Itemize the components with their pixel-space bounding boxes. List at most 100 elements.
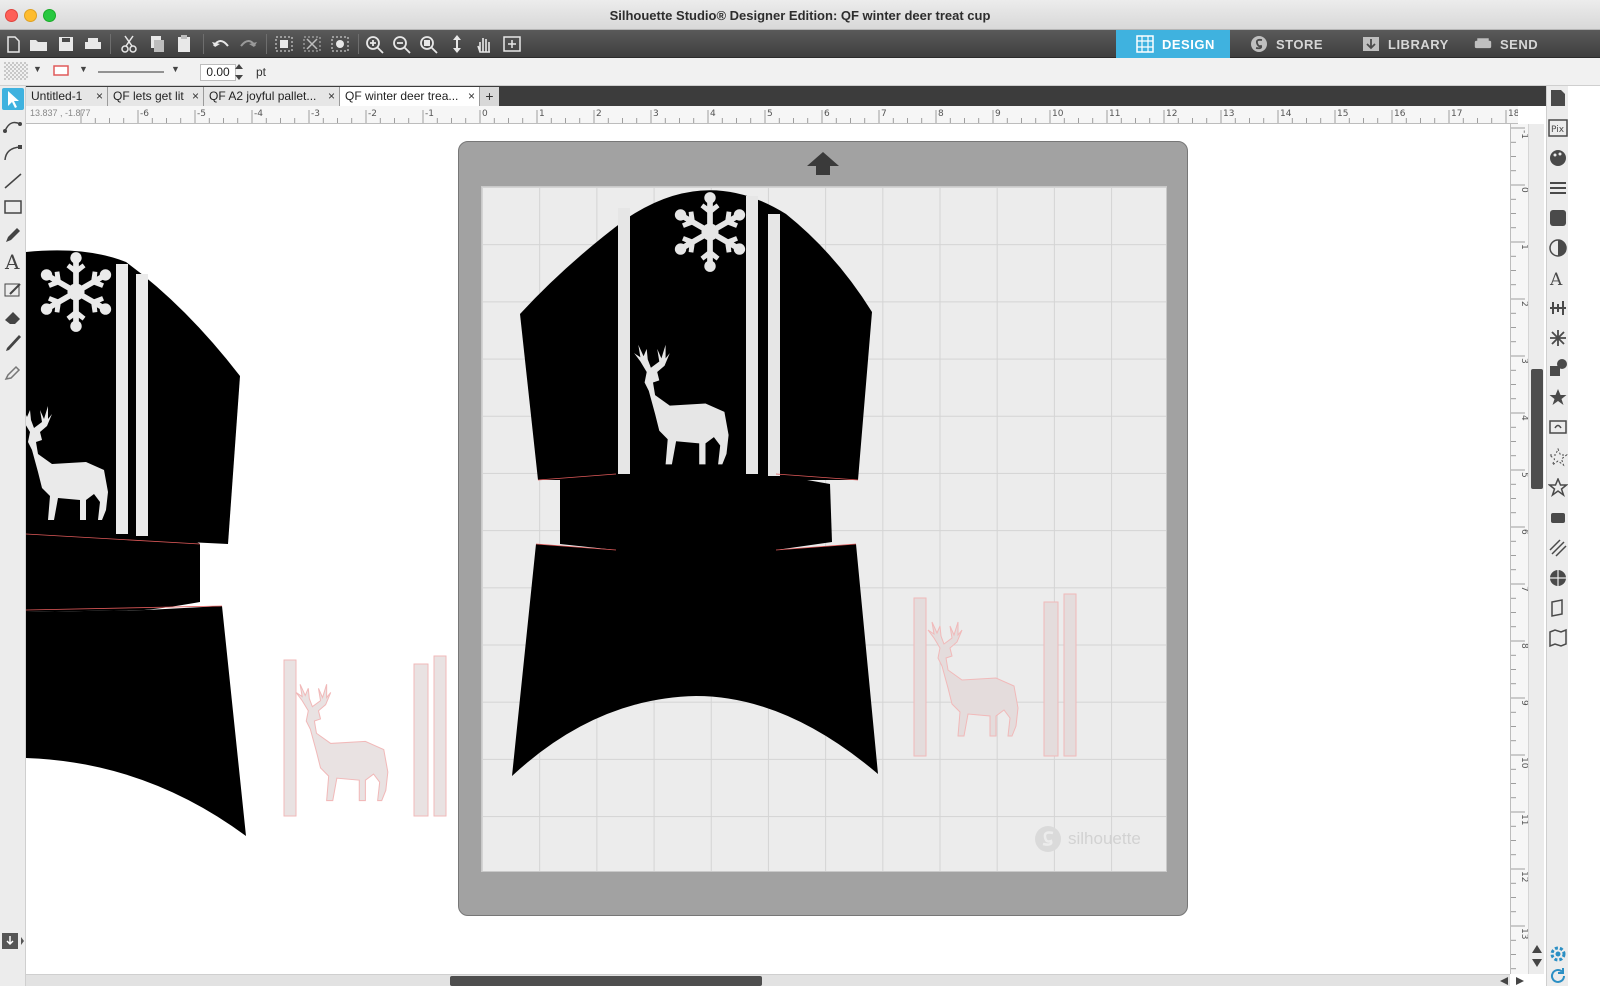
hand-icon[interactable] — [473, 34, 495, 54]
zoom-in-icon[interactable] — [364, 34, 386, 54]
fill-color-palette-icon[interactable] — [1548, 148, 1568, 168]
main-treat-cup-design — [512, 190, 878, 776]
eraser-pencil-icon[interactable] — [2, 278, 24, 300]
tab-library-label: LIBRARY — [1388, 36, 1449, 52]
select-pointer-icon[interactable] — [2, 88, 24, 110]
scroll-arrows-icon[interactable] — [1531, 942, 1543, 970]
cut-icon[interactable] — [118, 34, 140, 54]
image-effects-icon[interactable] — [1548, 238, 1568, 258]
redo-icon[interactable] — [237, 34, 259, 54]
tab-store-label: STORE — [1276, 36, 1324, 52]
edit-points-icon[interactable] — [2, 116, 24, 138]
select-all-icon[interactable] — [273, 34, 295, 54]
close-tab-icon[interactable]: × — [468, 87, 475, 105]
zoom-out-icon[interactable] — [391, 34, 413, 54]
svg-text:Pix: Pix — [1551, 125, 1565, 135]
vertical-scroll-thumb[interactable] — [1531, 369, 1543, 489]
deselect-icon[interactable] — [301, 34, 323, 54]
close-tab-icon[interactable]: × — [96, 87, 103, 105]
line-tool-icon[interactable] — [2, 170, 24, 192]
line-color-swatch[interactable] — [52, 64, 72, 78]
ruler-label: -5 — [197, 109, 206, 119]
eyedropper-icon[interactable] — [2, 360, 24, 382]
eraser-icon[interactable] — [2, 306, 24, 328]
right-panel-toolbar: Pix A — [1546, 86, 1568, 986]
open-folder-icon[interactable] — [28, 34, 50, 54]
modify-icon[interactable] — [1548, 358, 1568, 378]
transform-icon[interactable] — [1548, 508, 1568, 528]
ruler-label: 7 — [1519, 586, 1528, 592]
vertical-ruler-ticks: -1012345678910111213 — [1511, 127, 1528, 970]
ruler-label: 0 — [482, 109, 488, 119]
add-page-icon[interactable] — [501, 34, 523, 54]
line-width-stepper[interactable] — [234, 61, 244, 83]
doc-tab[interactable]: Untitled-1 × — [26, 87, 108, 106]
settings-gear-icon[interactable] — [1548, 944, 1568, 964]
line-color-dropdown-arrow[interactable]: ▼ — [79, 64, 88, 74]
vertical-scrollbar[interactable] — [1528, 124, 1544, 974]
align-icon[interactable] — [1548, 298, 1568, 318]
ruler-label: 2 — [1519, 301, 1528, 307]
toolbar-separator — [110, 34, 111, 54]
ruler-label: 13 — [1519, 928, 1528, 939]
line-width-unit: pt — [256, 65, 267, 79]
select-by-color-icon[interactable] — [329, 34, 351, 54]
tab-design[interactable]: DESIGN — [1116, 30, 1230, 58]
new-file-icon[interactable] — [2, 34, 24, 54]
tab-store[interactable]: STORE — [1230, 30, 1342, 58]
line-style-icon[interactable] — [1548, 178, 1568, 198]
paste-icon[interactable] — [173, 34, 195, 54]
page-setup-icon[interactable] — [1548, 88, 1568, 108]
ruler-label: 10 — [1052, 109, 1064, 119]
zoom-fit-icon[interactable] — [418, 34, 440, 54]
hatch-fill-icon[interactable] — [1548, 538, 1568, 558]
horizontal-scroll-thumb[interactable] — [450, 976, 762, 986]
dotted-star-icon[interactable] — [1548, 448, 1568, 468]
close-tab-icon[interactable]: × — [192, 87, 199, 105]
text-tool-icon[interactable]: A — [2, 250, 24, 272]
horizontal-scroll-arrows-icon[interactable] — [1498, 976, 1526, 986]
design-canvas[interactable]: silhouette — [26, 124, 1510, 974]
trace-icon[interactable] — [1548, 418, 1568, 438]
replicate-icon[interactable] — [1548, 328, 1568, 348]
tab-send[interactable]: SEND — [1454, 30, 1566, 58]
fill-pattern-swatch[interactable] — [4, 62, 28, 80]
sketch-star-icon[interactable] — [1548, 478, 1568, 498]
ruler-label: 4 — [710, 109, 716, 119]
grid-icon — [1136, 35, 1154, 53]
rectangle-tool-icon[interactable] — [2, 196, 24, 218]
tab-design-label: DESIGN — [1162, 36, 1215, 52]
doc-tab-active[interactable]: QF winter deer trea... × — [340, 87, 480, 106]
copy-icon[interactable] — [146, 34, 168, 54]
nesting-icon[interactable] — [1548, 568, 1568, 588]
line-style-selector[interactable] — [98, 70, 166, 74]
tab-library[interactable]: LIBRARY — [1342, 30, 1454, 58]
undo-icon[interactable] — [210, 34, 232, 54]
print-icon[interactable] — [82, 34, 104, 54]
pixscan-icon[interactable]: Pix — [1548, 118, 1568, 138]
ruler-label: 17 — [1451, 109, 1462, 119]
bezier-curve-icon[interactable] — [2, 142, 24, 164]
library-map-icon[interactable] — [1548, 628, 1568, 648]
refresh-icon[interactable] — [1548, 966, 1568, 986]
library-panel-toggle-icon[interactable] — [0, 930, 26, 952]
pencil-tool-icon[interactable] — [2, 224, 24, 246]
fill-dropdown-arrow[interactable]: ▼ — [33, 64, 42, 74]
doc-tab[interactable]: QF A2 joyful pallet... × — [204, 87, 340, 106]
text-style-icon[interactable]: A — [1548, 268, 1568, 288]
knife-tool-icon[interactable] — [2, 332, 24, 354]
horizontal-ruler-ticks: -6-5-4-3-2-10123456789101112131415161718 — [80, 109, 1518, 123]
horizontal-ruler: -6-5-4-3-2-10123456789101112131415161718 — [26, 106, 1518, 124]
doc-tab[interactable]: QF lets get lit × — [108, 87, 204, 106]
line-width-input[interactable]: 0.00 — [200, 64, 236, 81]
fill-pattern-icon[interactable] — [1548, 208, 1568, 228]
offset-star-icon[interactable] — [1548, 388, 1568, 408]
library-download-icon — [1363, 37, 1379, 51]
close-tab-icon[interactable]: × — [328, 87, 335, 105]
horizontal-scrollbar[interactable] — [26, 974, 1524, 986]
line-style-dropdown-arrow[interactable]: ▼ — [171, 64, 180, 74]
pan-drag-icon[interactable] — [446, 34, 468, 54]
save-icon[interactable] — [55, 34, 77, 54]
emboss-icon[interactable] — [1548, 598, 1568, 618]
new-tab-button[interactable]: + — [480, 87, 499, 106]
